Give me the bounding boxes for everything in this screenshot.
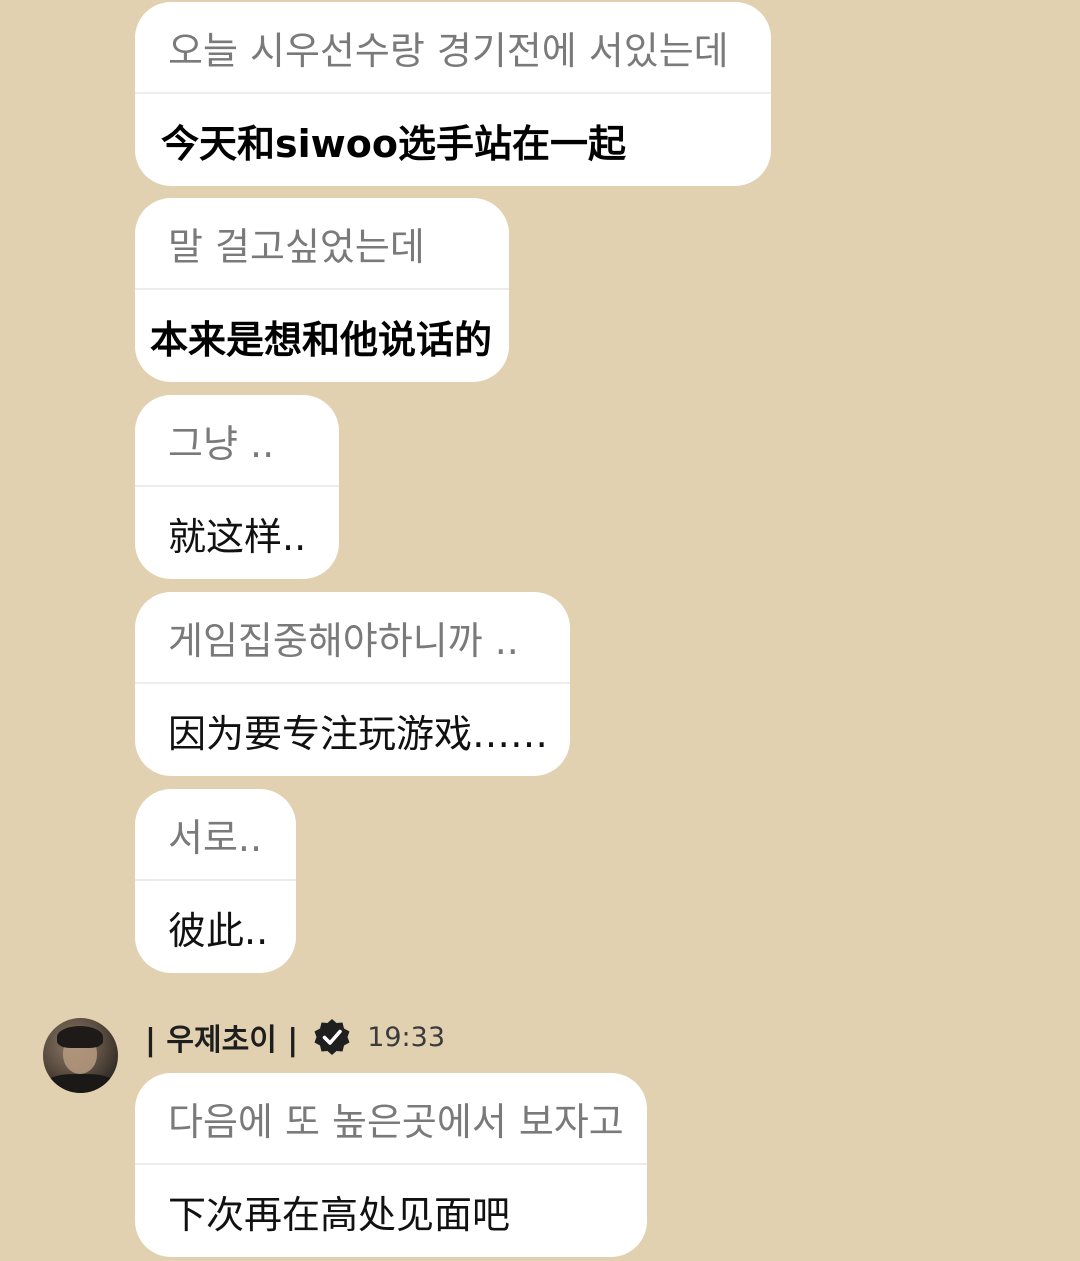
message-time: 19:33 — [367, 1021, 446, 1053]
message-translation-text: 今天和siwoo选手站在一起 — [161, 121, 626, 166]
message-translation-text: 本来是想和他说话的 — [150, 317, 493, 362]
message-bubble[interactable]: 게임집중해야하니까 .. 因为要专注玩游戏…… — [135, 592, 570, 776]
message-bubble[interactable]: 그냥 .. 就这样.. — [135, 395, 339, 579]
message-translation-text: 下次再在高处见面吧 — [168, 1192, 511, 1237]
message-original-text: 다음에 또 높은곳에서 보자고 — [135, 1073, 647, 1165]
message-bubble[interactable]: 다음에 또 높은곳에서 보자고 下次再在高处见面吧 — [135, 1073, 647, 1257]
avatar-shoulders — [43, 1074, 118, 1093]
avatar[interactable] — [43, 1018, 118, 1093]
message-bubble[interactable]: 오늘 시우선수랑 경기전에 서있는데 今天和siwoo选手站在一起 — [135, 2, 771, 186]
sender-name[interactable]: | 우제초이 | — [145, 1015, 298, 1059]
message-translation-text: 就这样.. — [168, 514, 307, 559]
message-bubble[interactable]: 서로.. 彼此.. — [135, 789, 296, 973]
message-bubble[interactable]: 말 걸고싶었는데 本来是想和他说话的 — [135, 198, 509, 382]
message-original-text: 서로.. — [135, 789, 296, 881]
sender-header: | 우제초이 | 19:33 — [145, 1014, 445, 1060]
avatar-hair — [57, 1026, 103, 1048]
message-original-text: 오늘 시우선수랑 경기전에 서있는데 — [135, 2, 771, 94]
message-translation-text: 彼此.. — [168, 908, 269, 953]
message-original-text: 그냥 .. — [135, 395, 339, 487]
message-original-text: 말 걸고싶었는데 — [135, 198, 509, 290]
message-translation-text: 因为要专注玩游戏…… — [168, 711, 549, 756]
message-original-text: 게임집중해야하니까 .. — [135, 592, 570, 684]
verified-check-icon — [314, 1019, 350, 1055]
